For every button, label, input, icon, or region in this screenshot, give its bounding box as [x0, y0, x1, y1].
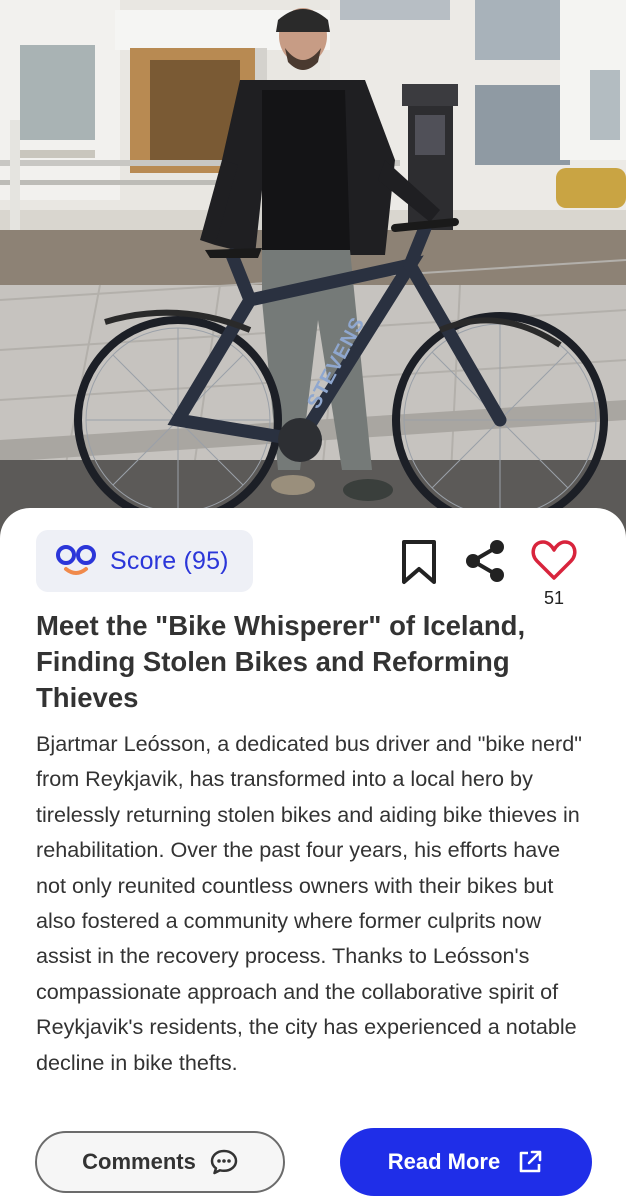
article-card: Score (95) 51 Meet the "Bike Whisperer" … — [0, 508, 626, 1200]
comments-button[interactable]: Comments — [35, 1131, 285, 1193]
score-label: Score (95) — [110, 546, 229, 575]
read-more-button[interactable]: Read More — [340, 1128, 592, 1196]
external-link-icon — [519, 1150, 542, 1173]
like-count: 51 — [543, 588, 565, 608]
score-logo-icon — [56, 545, 96, 575]
score-chip[interactable]: Score (95) — [36, 530, 253, 592]
read-more-button-label: Read More — [387, 1149, 501, 1174]
article-summary: Bjartmar Leósson, a dedicated bus driver… — [36, 731, 582, 1075]
share-icon[interactable] — [462, 537, 508, 585]
hero-photo: STEVENS — [0, 0, 626, 560]
heart-icon[interactable] — [530, 536, 578, 584]
article-title[interactable]: Meet the "Bike Whisperer" of Iceland, Fi… — [36, 608, 596, 716]
bookmark-icon[interactable] — [400, 539, 438, 585]
speech-bubble-icon — [210, 1149, 238, 1175]
comments-button-label: Comments — [82, 1149, 196, 1174]
